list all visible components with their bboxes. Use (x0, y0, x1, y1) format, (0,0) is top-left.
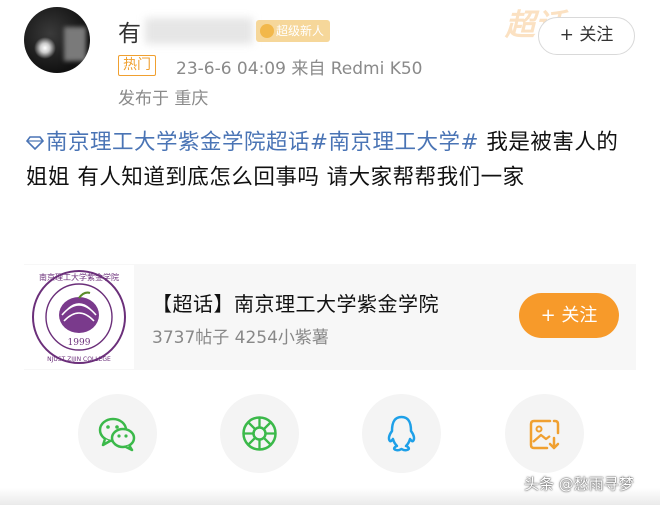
source-credit: 头条 @愁雨寻梦 (524, 475, 634, 493)
share-wechat-button[interactable] (78, 394, 157, 473)
super-topic-stats: 3737帖子 4254小紫薯 (152, 328, 329, 348)
super-topic-diamond-icon (25, 126, 45, 151)
follow-super-topic-button[interactable]: + 关注 (519, 293, 619, 338)
college-logo: 1999 NJUST ZIJIN COLLEGE 南京理工大学紫金学院 (24, 265, 134, 369)
save-image-icon (529, 419, 560, 450)
hashtag-link[interactable]: #南京理工大学# (310, 130, 479, 155)
hot-tag: 热门 (118, 55, 156, 76)
post-text: 南京理工大学紫金学院超话#南京理工大学# 我是被害人的姐姐 有人知道到底怎么回事… (25, 125, 636, 195)
wechat-icon (98, 417, 136, 452)
share-qq-button[interactable] (362, 394, 441, 473)
username[interactable]: 有 (118, 14, 141, 48)
post-location: 发布于 重庆 (118, 89, 209, 109)
follow-user-button[interactable]: + 关注 (538, 17, 635, 55)
username-blur (145, 18, 253, 44)
super-topic-link[interactable]: 南京理工大学紫金学院超话 (46, 130, 310, 155)
user-avatar[interactable] (24, 7, 90, 73)
qq-icon (387, 415, 416, 452)
share-moments-button[interactable] (220, 394, 299, 473)
avatar-firework (34, 37, 56, 59)
svg-text:NJUST ZIJIN COLLEGE: NJUST ZIJIN COLLEGE (47, 356, 111, 363)
level-badge-label: 超级新人 (276, 24, 325, 38)
post-meta: 23-6-6 04:09 来自 Redmi K50 (176, 59, 423, 79)
badge-icon (260, 24, 274, 38)
level-badge: 超级新人 (256, 20, 331, 42)
svg-text:南京理工大学紫金学院: 南京理工大学紫金学院 (39, 272, 119, 282)
moments-icon (242, 416, 277, 451)
svg-text:1999: 1999 (68, 338, 91, 348)
super-topic-title[interactable]: 【超话】南京理工大学紫金学院 (152, 288, 439, 317)
avatar-blur (64, 27, 86, 61)
save-image-button[interactable] (505, 394, 584, 473)
